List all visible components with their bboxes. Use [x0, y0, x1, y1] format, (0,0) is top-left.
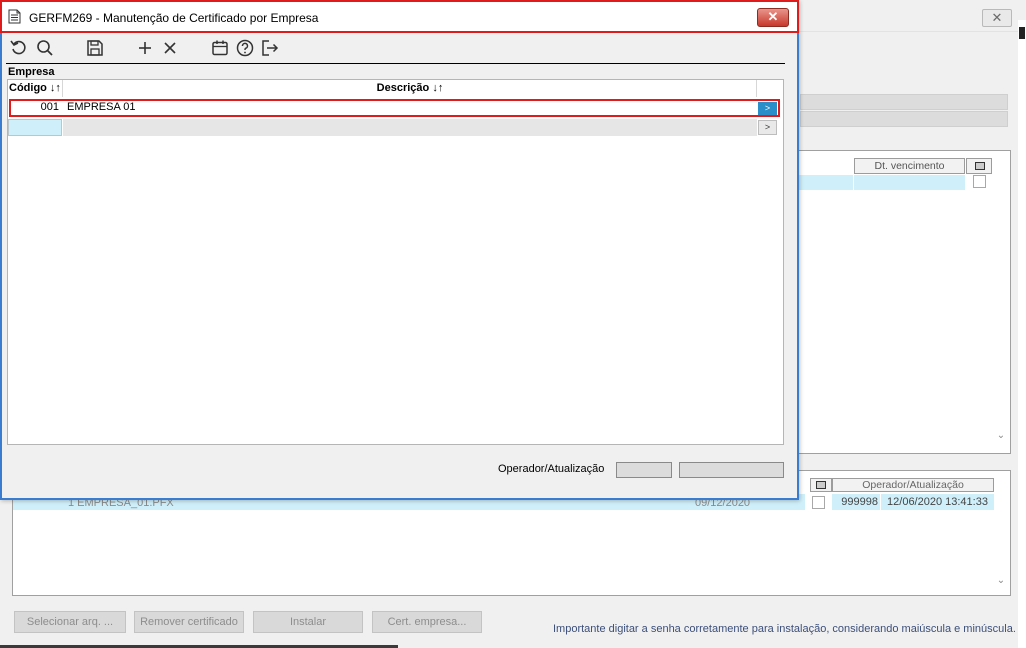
column-description[interactable]: Descrição ↓↑ [64, 80, 756, 97]
exit-icon[interactable] [260, 38, 280, 58]
new-row-open-button[interactable]: > [758, 120, 777, 135]
toolbar [2, 35, 795, 63]
document-icon [8, 9, 21, 24]
column-code[interactable]: Código ↓↑ [8, 80, 63, 97]
delete-icon[interactable] [160, 38, 180, 58]
company-certificate-button[interactable]: Cert. empresa... [372, 611, 482, 633]
screen-edge [1018, 20, 1026, 648]
background-field-1 [800, 94, 1008, 110]
file-column-operator-update[interactable]: Operador/Atualização [832, 478, 994, 492]
scrollbar-thumb[interactable] [1019, 27, 1025, 39]
select-file-button[interactable]: Selecionar arq. ... [14, 611, 126, 633]
column-action [756, 80, 783, 97]
operator-update-label: Operador/Atualização [498, 463, 605, 475]
password-hint: Importante digitar a senha corretamente … [553, 623, 1016, 635]
column-due-date[interactable]: Dt. vencimento [854, 158, 965, 174]
file-column-select-all[interactable] [810, 478, 832, 492]
row-description: EMPRESA 01 [67, 101, 136, 113]
remove-certificate-button[interactable]: Remover certificado [134, 611, 244, 633]
install-button[interactable]: Instalar [253, 611, 363, 633]
help-icon[interactable] [235, 38, 255, 58]
certificate-row-checkbox[interactable] [973, 175, 986, 188]
file-row-operator: 999998 [832, 494, 880, 510]
background-field-2 [800, 111, 1008, 127]
operator-field [616, 462, 672, 478]
toolbar-divider [6, 63, 785, 64]
certificate-row-cell[interactable] [798, 175, 853, 190]
file-row-timestamp: 12/06/2020 13:41:33 [881, 494, 994, 510]
background-close-button[interactable]: ✕ [982, 9, 1012, 27]
file-row-checkbox[interactable] [812, 496, 825, 509]
section-label-empresa: Empresa [8, 66, 55, 78]
search-icon[interactable] [35, 38, 55, 58]
column-select-all[interactable] [966, 158, 992, 174]
dialog-close-button[interactable]: ✕ [757, 8, 789, 27]
save-icon[interactable] [85, 38, 105, 58]
select-all-checkbox-icon [975, 162, 985, 170]
refresh-icon[interactable] [9, 38, 29, 58]
certificate-grid [797, 150, 1011, 454]
add-icon[interactable] [135, 38, 155, 58]
scroll-down-icon[interactable]: ⌄ [994, 575, 1008, 589]
calendar-icon[interactable] [210, 38, 230, 58]
new-row-description[interactable] [63, 119, 757, 136]
scroll-down-icon[interactable]: ⌄ [994, 430, 1008, 444]
new-row-code-input[interactable] [8, 119, 62, 136]
dialog-title: GERFM269 - Manutenção de Certificado por… [29, 11, 319, 25]
row-open-button[interactable]: > [758, 102, 777, 115]
certificate-row-due-date[interactable] [854, 175, 965, 190]
update-timestamp-field [679, 462, 784, 478]
checkbox-header-icon [816, 481, 826, 489]
row-code: 001 [40, 101, 59, 113]
